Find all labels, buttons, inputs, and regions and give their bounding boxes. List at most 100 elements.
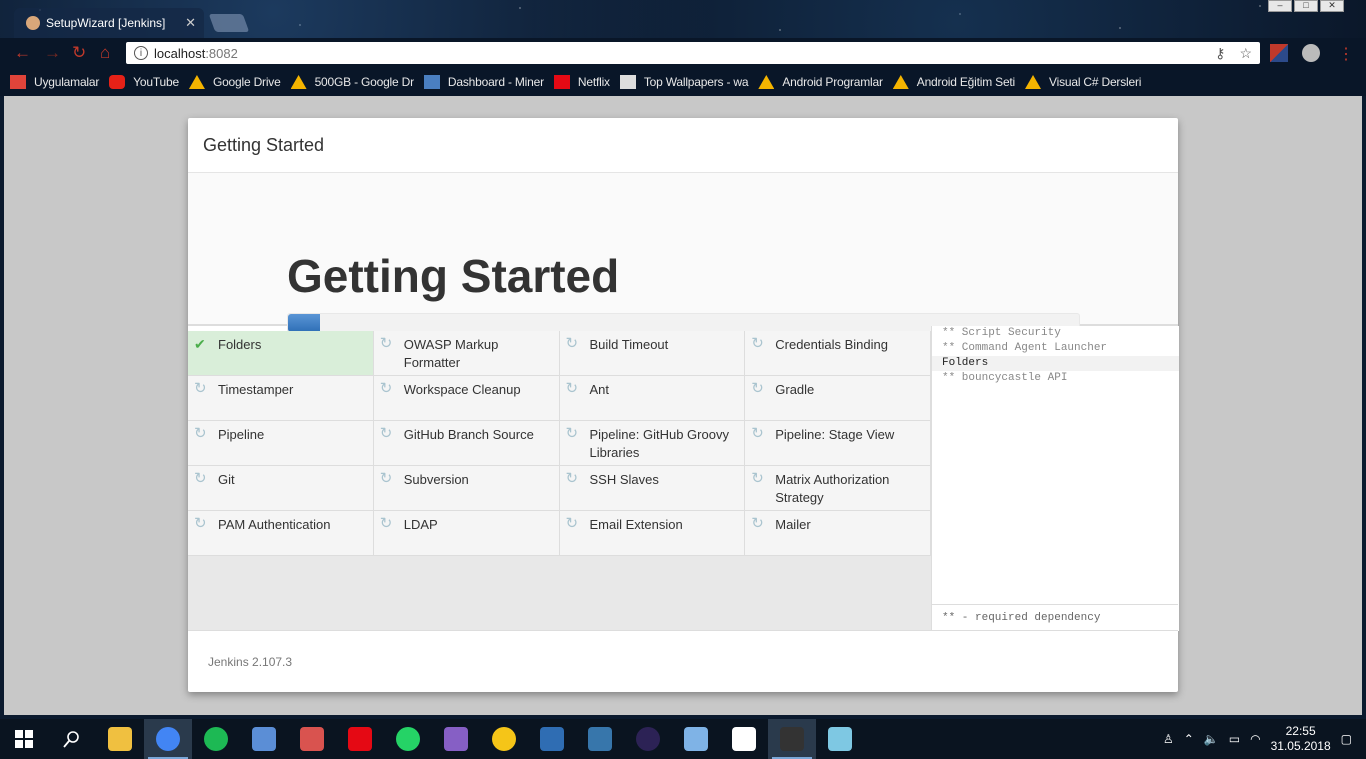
install-log: ** Script Security ** Command Agent Launc… — [931, 326, 1179, 631]
plugin-name: Pipeline — [218, 427, 265, 442]
bookmark-item[interactable]: YouTube — [109, 75, 179, 89]
menu-dots-icon[interactable]: ⋮ — [1338, 44, 1354, 64]
bookmark-star-icon[interactable]: ☆ — [1239, 45, 1252, 62]
bookmark-item[interactable]: Dashboard - Miner — [423, 75, 544, 89]
plugin-cell: ↻ OWASP Markup Formatter — [373, 331, 560, 376]
new-tab-button[interactable] — [208, 14, 250, 32]
plugin-name: Pipeline: Stage View — [775, 427, 895, 442]
plugin-name: LDAP — [403, 517, 438, 532]
search-button[interactable] — [48, 719, 96, 759]
taskbar-app[interactable] — [240, 719, 288, 759]
close-window-button[interactable]: ✕ — [1320, 0, 1344, 12]
youtube-icon — [109, 75, 126, 89]
bookmark-item[interactable]: Netflix — [553, 75, 610, 89]
bookmark-item[interactable]: Android Programlar — [758, 75, 883, 89]
pending-refresh-icon: ↻ — [565, 470, 579, 487]
url-port: :8082 — [205, 45, 238, 61]
plugin-row: ↻ Timestamper ↻ Workspace Cleanup ↻ Ant ↻ Gradl… — [188, 376, 931, 421]
pending-refresh-icon: ↻ — [565, 380, 579, 397]
chrome-icon — [156, 727, 180, 751]
site-info-icon[interactable]: i — [134, 46, 148, 60]
bookmark-label: 500GB - Google Dr — [314, 75, 415, 89]
bookmark-label: Top Wallpapers - wa — [643, 75, 749, 89]
minimize-button[interactable]: – — [1268, 0, 1292, 12]
hero-title: Getting Started — [287, 250, 620, 302]
bookmark-item[interactable]: Google Drive — [188, 75, 281, 89]
plugin-cell: ↻ Build Timeout — [559, 331, 746, 376]
clock[interactable]: 22:55 31.05.2018 — [1271, 724, 1331, 754]
plugin-cell: ↻ Mailer — [745, 511, 931, 556]
maximize-button[interactable]: □ — [1294, 0, 1318, 12]
plugin-cell: ↻ SSH Slaves — [559, 466, 746, 511]
dashboard-icon — [423, 75, 440, 89]
taskbar-app[interactable] — [96, 719, 144, 759]
visual-studio-icon — [444, 727, 468, 751]
battery-icon[interactable]: ▭ — [1229, 732, 1240, 746]
plugin-name: Git — [218, 472, 235, 487]
taskbar-app[interactable] — [768, 719, 816, 759]
command-prompt-icon — [780, 727, 804, 751]
plugin-cell: ↻ Matrix Authorization Strategy — [745, 466, 931, 511]
taskbar-app[interactable] — [528, 719, 576, 759]
windows-logo-icon — [15, 730, 33, 748]
bookmark-item[interactable]: Android Eğitim Seti — [892, 75, 1015, 89]
back-arrow-icon[interactable]: ← — [14, 43, 31, 63]
browser-tab[interactable]: SetupWizard [Jenkins] ✕ — [14, 8, 204, 38]
pending-refresh-icon: ↻ — [194, 425, 207, 442]
taskbar-app[interactable] — [480, 719, 528, 759]
address-bar[interactable]: i localhost:8082 ⚷ ☆ — [126, 42, 1260, 64]
browser-titlebar: SetupWizard [Jenkins] ✕ – □ ✕ — [0, 0, 1366, 38]
extension-film-icon[interactable] — [1302, 44, 1320, 62]
taskbar-app[interactable] — [816, 719, 864, 759]
wifi-icon[interactable]: ◠ — [1250, 732, 1260, 746]
taskbar-app[interactable] — [720, 719, 768, 759]
plugin-cell: ✔ Folders — [188, 331, 374, 376]
taskbar-app[interactable] — [432, 719, 480, 759]
plugin-name: GitHub Branch Source — [403, 427, 534, 442]
bookmark-item[interactable]: Top Wallpapers - wa — [619, 75, 749, 89]
taskbar-app[interactable] — [192, 719, 240, 759]
people-icon[interactable]: ♙ — [1163, 732, 1174, 746]
key-icon[interactable]: ⚷ — [1215, 45, 1225, 62]
plugin-cell: ↻ Pipeline: GitHub Groovy Libraries — [559, 421, 746, 466]
wallpaper-icon — [619, 75, 636, 89]
wallpaper-stars — [0, 0, 1366, 38]
extension-icon[interactable] — [1270, 44, 1288, 62]
google-drive-icon — [188, 75, 205, 89]
forward-arrow-icon[interactable]: → — [44, 43, 61, 63]
jenkins-favicon-icon — [26, 16, 40, 30]
taskbar-app[interactable] — [144, 719, 192, 759]
search-icon — [63, 731, 79, 748]
volume-icon[interactable]: 🔈 — [1204, 732, 1219, 746]
url-host: localhost — [154, 45, 206, 61]
whatsapp-icon — [396, 727, 420, 751]
bookmark-item[interactable]: Uygulamalar — [10, 75, 99, 89]
taskbar-app[interactable] — [288, 719, 336, 759]
plugin-name: Mailer — [775, 517, 811, 532]
plugin-cell: ↻ Git — [188, 466, 374, 511]
bookmarks-bar: Uygulamalar YouTube Google Drive 500GB - Go… — [0, 68, 1366, 96]
notepad-icon — [828, 727, 852, 751]
taskbar-app[interactable] — [576, 719, 624, 759]
tab-close-icon[interactable]: ✕ — [185, 15, 196, 31]
notification-icon[interactable]: ▢ — [1341, 732, 1352, 746]
bookmark-item[interactable]: Visual C# Dersleri — [1025, 75, 1141, 89]
install-progress-fill — [288, 314, 320, 332]
taskbar-app[interactable] — [336, 719, 384, 759]
plugin-name: Build Timeout — [589, 337, 669, 352]
taskbar-app[interactable] — [384, 719, 432, 759]
plugin-cell: ↻ PAM Authentication — [188, 511, 374, 556]
start-button[interactable] — [0, 719, 48, 759]
taskbar-app[interactable] — [672, 719, 720, 759]
pending-refresh-icon: ↻ — [565, 515, 579, 532]
system-tray: ♙ ⌃ 🔈 ▭ ◠ 22:55 31.05.2018 ▢ — [1163, 724, 1366, 754]
bookmark-item[interactable]: 500GB - Google Dr — [290, 75, 415, 89]
plugin-name: PAM Authentication — [218, 517, 331, 532]
bookmark-label: Uygulamalar — [34, 75, 100, 89]
plugin-name: Credentials Binding — [775, 337, 888, 352]
chevron-up-icon[interactable]: ⌃ — [1184, 732, 1194, 746]
setup-wizard-dialog: Getting Started Getting Started ✔ Folders… — [188, 118, 1179, 692]
reload-icon[interactable]: ↻ — [72, 43, 86, 63]
taskbar-app[interactable] — [624, 719, 672, 759]
home-icon[interactable]: ⌂ — [100, 43, 110, 63]
